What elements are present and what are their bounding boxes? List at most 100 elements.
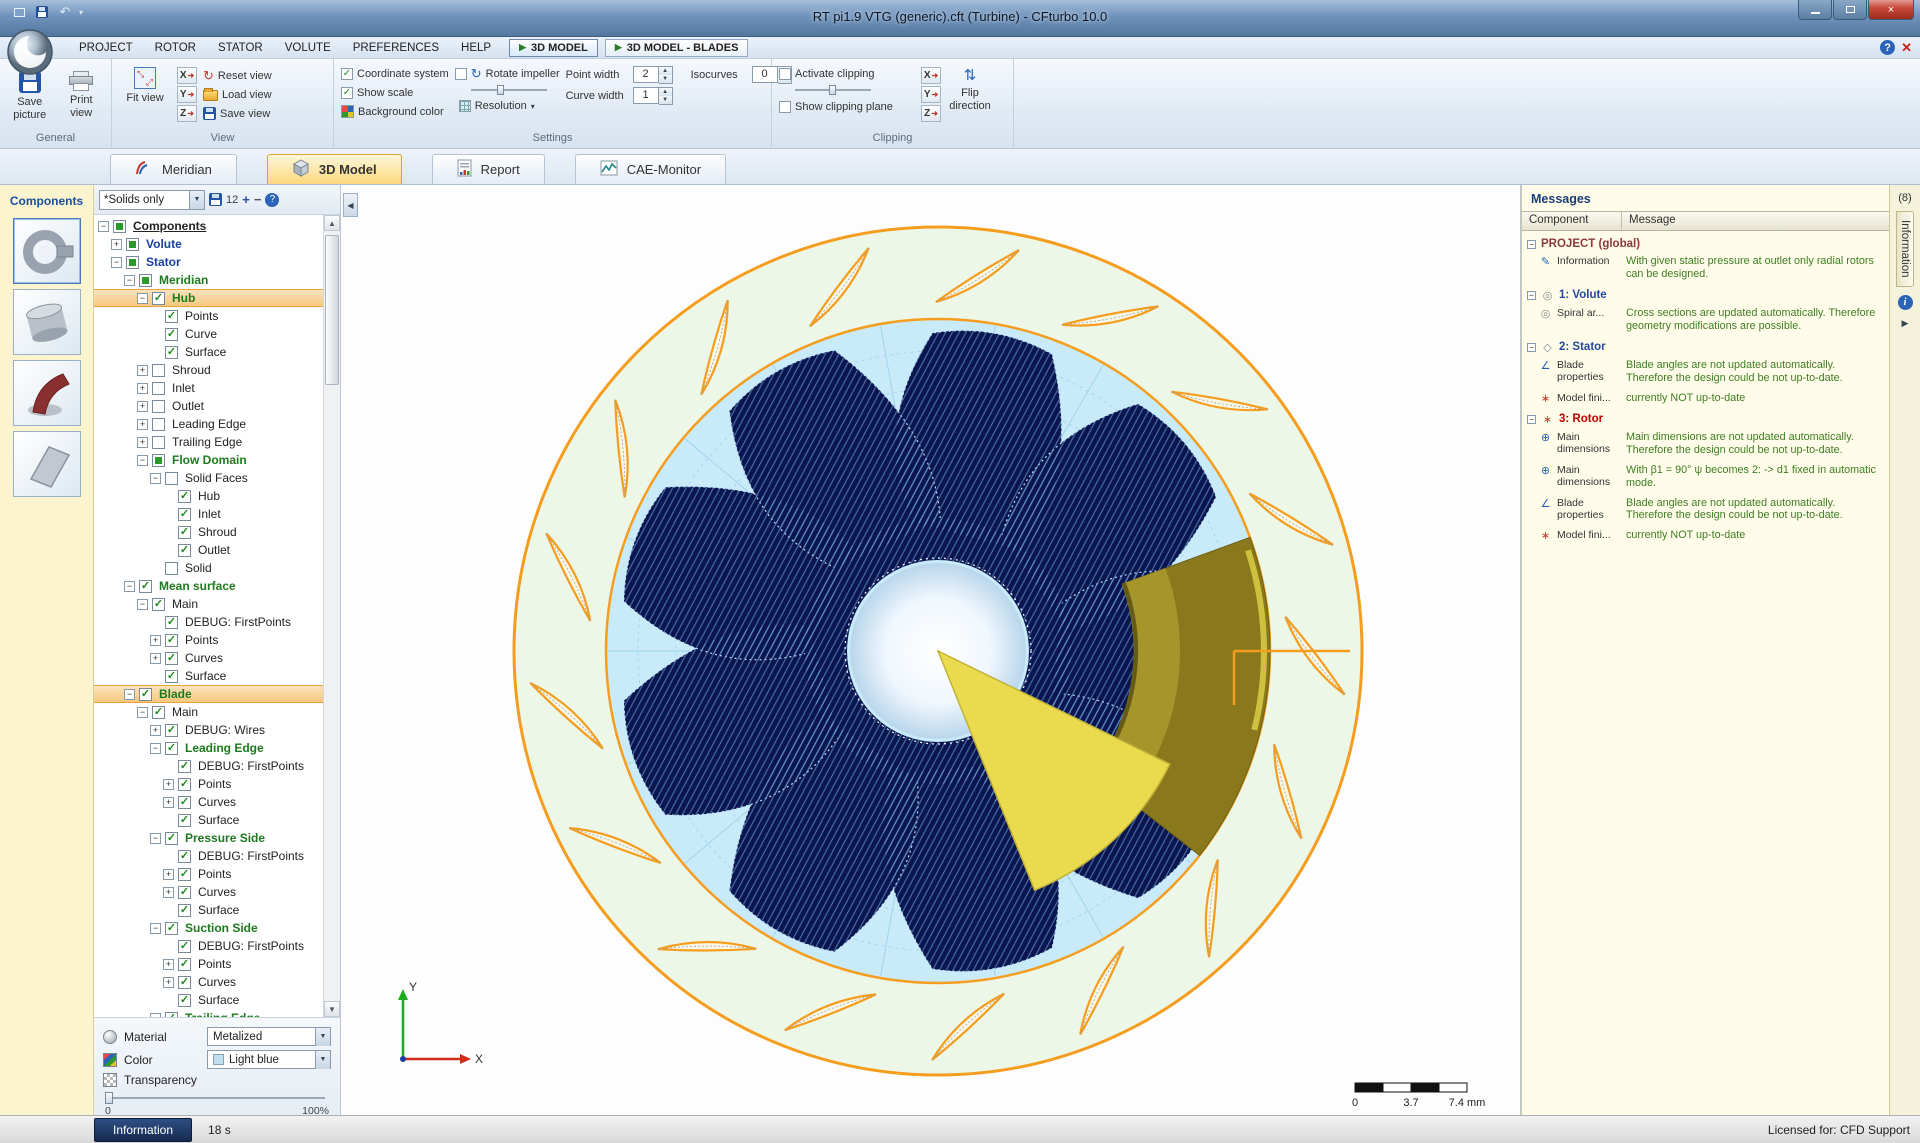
menu-item-stator[interactable]: STATOR bbox=[207, 39, 274, 57]
expand-icon[interactable]: + bbox=[137, 401, 148, 412]
decrease-font-icon[interactable]: − bbox=[254, 192, 262, 207]
tab-meridian[interactable]: Meridian bbox=[110, 154, 237, 184]
rotation-speed-slider[interactable] bbox=[471, 84, 547, 96]
tree-item-trailing-edge[interactable]: −✓Trailing Edge bbox=[94, 1009, 323, 1017]
tree-item-main[interactable]: −✓Main bbox=[94, 703, 323, 721]
tree-checkbox[interactable] bbox=[139, 274, 152, 287]
clipping-axis-x-button[interactable]: X➜ bbox=[921, 67, 941, 84]
message-row[interactable]: ⊕Main dimensionsMain dimensions are not … bbox=[1522, 428, 1889, 461]
menu-item-project[interactable]: PROJECT bbox=[68, 39, 144, 57]
expand-icon[interactable]: + bbox=[163, 959, 174, 970]
close-document-icon[interactable]: ✕ bbox=[1901, 40, 1912, 56]
collapse-icon[interactable]: − bbox=[1527, 291, 1536, 300]
tree-checkbox[interactable] bbox=[152, 436, 165, 449]
tree-checkbox[interactable] bbox=[152, 364, 165, 377]
tree-checkbox[interactable]: ✓ bbox=[165, 310, 178, 323]
expand-icon[interactable]: + bbox=[163, 797, 174, 808]
tree-checkbox[interactable]: ✓ bbox=[178, 490, 191, 503]
collapse-icon[interactable]: − bbox=[150, 923, 161, 934]
solids-filter-dropdown[interactable]: *Solids only ▼ bbox=[99, 190, 205, 210]
tree-item-surface[interactable]: ✓Surface bbox=[94, 811, 323, 829]
collapse-tree-icon[interactable]: ◀ bbox=[343, 193, 358, 217]
flip-direction-button[interactable]: ⇅ Flip direction bbox=[947, 65, 993, 113]
maximize-button[interactable] bbox=[1833, 0, 1867, 20]
tree-checkbox[interactable]: ✓ bbox=[152, 706, 165, 719]
tree-checkbox[interactable] bbox=[126, 238, 139, 251]
expand-icon[interactable]: + bbox=[163, 869, 174, 880]
color-dropdown[interactable]: Light blue ▼ bbox=[207, 1050, 331, 1069]
tree-item-components[interactable]: −Components bbox=[94, 217, 323, 235]
tree-item-curves[interactable]: +✓Curves bbox=[94, 973, 323, 991]
tree-checkbox[interactable]: ✓ bbox=[165, 742, 178, 755]
clipping-slider[interactable] bbox=[795, 84, 871, 96]
tree-checkbox[interactable]: ✓ bbox=[178, 994, 191, 1007]
tree-checkbox[interactable]: ✓ bbox=[178, 940, 191, 953]
coordinate-system-checkbox[interactable]: ✓Coordinate system bbox=[341, 65, 449, 82]
undo-icon[interactable]: ↶ bbox=[56, 4, 74, 20]
tree-item-surface[interactable]: ✓Surface bbox=[94, 991, 323, 1009]
clipping-axis-z-button[interactable]: Z➜ bbox=[921, 105, 941, 122]
tree-item-solid[interactable]: Solid bbox=[94, 559, 323, 577]
component-tile-stator[interactable] bbox=[13, 289, 81, 355]
tree-item-leading-edge[interactable]: −✓Leading Edge bbox=[94, 739, 323, 757]
tree-item-stator[interactable]: −Stator bbox=[94, 253, 323, 271]
collapse-icon[interactable]: − bbox=[124, 689, 135, 700]
tree-checkbox[interactable]: ✓ bbox=[178, 976, 191, 989]
collapse-icon[interactable]: − bbox=[150, 473, 161, 484]
print-view-button[interactable]: Print view bbox=[59, 69, 105, 119]
material-dropdown[interactable]: Metalized ▼ bbox=[207, 1027, 331, 1046]
spin-up-icon[interactable]: ▲ bbox=[659, 67, 672, 75]
tree-item-outlet[interactable]: +Outlet bbox=[94, 397, 323, 415]
tree-checkbox[interactable]: ✓ bbox=[165, 616, 178, 629]
collapse-icon[interactable]: − bbox=[124, 581, 135, 592]
save-tree-icon[interactable] bbox=[209, 193, 222, 206]
tree-checkbox[interactable]: ✓ bbox=[165, 634, 178, 647]
collapse-icon[interactable]: − bbox=[98, 221, 109, 232]
message-row[interactable]: ✎InformationWith given static pressure a… bbox=[1522, 252, 1889, 285]
collapse-icon[interactable]: − bbox=[150, 743, 161, 754]
tree-checkbox[interactable]: ✓ bbox=[178, 850, 191, 863]
activate-clipping-checkbox[interactable]: Activate clipping bbox=[779, 65, 915, 82]
3d-canvas[interactable]: YX03.77.4 mm bbox=[341, 185, 1521, 1115]
tree-checkbox[interactable] bbox=[152, 418, 165, 431]
expand-icon[interactable]: + bbox=[150, 725, 161, 736]
collapse-icon[interactable]: − bbox=[150, 833, 161, 844]
tree-item-outlet[interactable]: ✓Outlet bbox=[94, 541, 323, 559]
fit-view-button[interactable]: Fit view bbox=[119, 65, 171, 105]
show-scale-checkbox[interactable]: ✓Show scale bbox=[341, 84, 449, 101]
tree-checkbox[interactable]: ✓ bbox=[152, 598, 165, 611]
message-group-3-rotor[interactable]: −∗3: Rotor bbox=[1522, 409, 1889, 428]
scrollbar-thumb[interactable] bbox=[325, 235, 339, 385]
information-status-button[interactable]: Information bbox=[94, 1118, 192, 1142]
curve-width-spinner[interactable]: 1▲▼ bbox=[633, 87, 673, 105]
tree-item-points[interactable]: +✓Points bbox=[94, 631, 323, 649]
tree-checkbox[interactable] bbox=[113, 220, 126, 233]
tree-checkbox[interactable]: ✓ bbox=[165, 328, 178, 341]
tree-checkbox[interactable]: ✓ bbox=[139, 580, 152, 593]
tree-item-inlet[interactable]: +Inlet bbox=[94, 379, 323, 397]
information-tab[interactable]: Information bbox=[1896, 211, 1914, 287]
tree-item-curve[interactable]: ✓Curve bbox=[94, 325, 323, 343]
component-column-header[interactable]: Component bbox=[1522, 212, 1622, 230]
tree-item-points[interactable]: ✓Points bbox=[94, 307, 323, 325]
tree-item-mean-surface[interactable]: −✓Mean surface bbox=[94, 577, 323, 595]
expand-icon[interactable]: + bbox=[137, 383, 148, 394]
tree-checkbox[interactable]: ✓ bbox=[178, 760, 191, 773]
tree-checkbox[interactable]: ✓ bbox=[165, 652, 178, 665]
message-group-2-stator[interactable]: −◇2: Stator bbox=[1522, 337, 1889, 356]
doc-tab-3d-model-blades[interactable]: ▶3D MODEL - BLADES bbox=[605, 39, 749, 57]
tree-checkbox[interactable] bbox=[152, 382, 165, 395]
load-view-button[interactable]: Load view bbox=[203, 86, 272, 103]
point-width-value[interactable]: 2 bbox=[633, 66, 659, 83]
cfturbo-logo-icon[interactable] bbox=[6, 28, 54, 76]
tree-checkbox[interactable] bbox=[165, 562, 178, 575]
collapse-icon[interactable]: − bbox=[137, 455, 148, 466]
tree-item-meridian[interactable]: −Meridian bbox=[94, 271, 323, 289]
tree-item-blade[interactable]: −✓Blade bbox=[94, 685, 323, 703]
message-row[interactable]: ◎Spiral ar...Cross sections are updated … bbox=[1522, 304, 1889, 337]
tree-item-volute[interactable]: +Volute bbox=[94, 235, 323, 253]
tree-checkbox[interactable]: ✓ bbox=[178, 508, 191, 521]
view-axis-z-button[interactable]: Z➜ bbox=[177, 105, 197, 122]
expand-icon[interactable]: + bbox=[137, 437, 148, 448]
message-column-header[interactable]: Message bbox=[1622, 212, 1889, 230]
